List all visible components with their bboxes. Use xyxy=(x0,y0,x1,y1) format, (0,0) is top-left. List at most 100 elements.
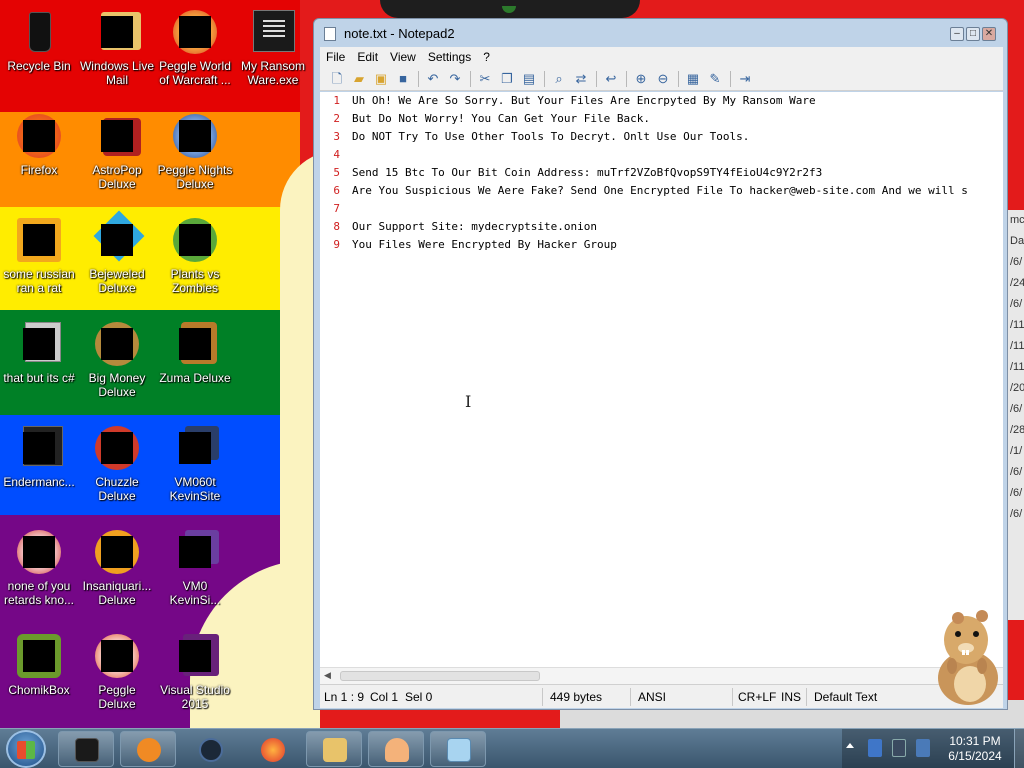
taskbar-button-steam[interactable] xyxy=(182,731,238,767)
taskbar-button-user-app[interactable] xyxy=(368,731,424,767)
desktop-icon-endermanch[interactable]: Endermanc... xyxy=(0,424,78,489)
app-icon xyxy=(15,528,63,576)
status-encoding[interactable]: ANSI xyxy=(638,690,666,704)
desktop-icon-my-ransomware[interactable]: My Ransom Ware.exe xyxy=(234,8,312,87)
line-number: 7 xyxy=(333,202,340,215)
desktop-icon-insaniquarium[interactable]: Insaniquari... Deluxe xyxy=(78,528,156,607)
text-line[interactable]: You Files Were Encrypted By Hacker Group xyxy=(352,236,617,254)
fish-icon xyxy=(93,528,141,576)
taskbar-button-firefox[interactable] xyxy=(244,731,300,767)
status-file-size: 449 bytes xyxy=(550,690,603,704)
desktop-icon-chomikbox[interactable]: ChomikBox xyxy=(0,632,78,697)
media-player-icon xyxy=(137,738,161,762)
desktop: mc Date /6/ /24 /6/ /11 /11 /11 /20 /6/ … xyxy=(0,0,1024,728)
text-line[interactable]: But Do Not Worry! You Can Get Your File … xyxy=(352,110,650,128)
line-number: 3 xyxy=(333,130,340,143)
taskbar-button-media-player[interactable] xyxy=(120,731,176,767)
desktop-icon-astropop[interactable]: AstroPop Deluxe xyxy=(78,112,156,191)
text-line[interactable]: Do NOT Try To Use Other Tools To Decryt.… xyxy=(352,128,749,146)
menu-help[interactable]: ? xyxy=(477,47,496,67)
status-line-ending[interactable]: CR+LF xyxy=(738,690,776,704)
redo-icon[interactable]: ↷ xyxy=(446,70,464,88)
desktop-icon-vm0[interactable]: VM0 KevinSi... xyxy=(156,528,234,607)
zoom-out-icon[interactable]: ⊖ xyxy=(654,70,672,88)
file-icon xyxy=(15,216,63,264)
wallpaper-top-shape xyxy=(380,0,640,18)
exit-icon[interactable]: ⇥ xyxy=(736,70,754,88)
desktop-icon-chuzzle[interactable]: Chuzzle Deluxe xyxy=(78,424,156,503)
save-icon[interactable]: ■ xyxy=(394,70,412,88)
show-desktop-button[interactable] xyxy=(1014,729,1024,768)
line-number: 6 xyxy=(333,184,340,197)
new-file-icon[interactable]: 🗋 xyxy=(328,70,346,88)
line-number: 5 xyxy=(333,166,340,179)
terminal-icon xyxy=(75,738,99,762)
word-wrap-icon[interactable]: ↩ xyxy=(602,70,620,88)
firefox-icon xyxy=(15,112,63,160)
gem-icon xyxy=(93,210,145,264)
replace-icon[interactable]: ⇄ xyxy=(572,70,590,88)
show-hidden-icons-icon[interactable] xyxy=(846,743,854,748)
desktop-icon-firefox[interactable]: Firefox xyxy=(0,112,78,177)
desktop-icon-russian-rat[interactable]: some russian ran a rat xyxy=(0,216,78,295)
text-line[interactable]: Uh Oh! We Are So Sorry. But Your Files A… xyxy=(352,92,816,110)
desktop-icon-peggle-deluxe[interactable]: Peggle Deluxe xyxy=(78,632,156,711)
zoom-in-icon[interactable]: ⊕ xyxy=(632,70,650,88)
desktop-icon-that-but-c-sharp[interactable]: that but its c# xyxy=(0,320,78,385)
undo-icon[interactable]: ↶ xyxy=(424,70,442,88)
find-icon[interactable]: ⌕ xyxy=(550,70,568,88)
line-number: 2 xyxy=(333,112,340,125)
desktop-icon-big-money[interactable]: Big Money Deluxe xyxy=(78,320,156,399)
desktop-icon-vm060t[interactable]: VM060t KevinSite xyxy=(156,424,234,503)
desktop-icon-none-of-you[interactable]: none of you retards kno... xyxy=(0,528,78,607)
tray-network-icon[interactable] xyxy=(892,739,906,757)
open-folder-icon[interactable]: ▰ xyxy=(350,70,368,88)
notepad-icon xyxy=(324,27,336,41)
game-icon xyxy=(171,112,219,160)
desktop-icon-windows-live-mail[interactable]: Windows Live Mail xyxy=(78,8,156,87)
text-editor[interactable]: 1 2 3 4 5 6 7 8 9 Uh Oh! We Are So Sorry… xyxy=(320,92,1003,684)
desktop-icon-bejeweled[interactable]: Bejeweled Deluxe xyxy=(78,210,156,295)
status-line-position: Ln 1 : 9 xyxy=(324,690,365,704)
taskbar-button-notepad2[interactable] xyxy=(430,731,486,767)
text-line[interactable]: Send 15 Btc To Our Bit Coin Address: muT… xyxy=(352,164,822,182)
status-scheme[interactable]: Default Text xyxy=(814,690,877,704)
desktop-icon-plants-vs-zombies[interactable]: Plants vs Zombies xyxy=(156,216,234,295)
menu-bar: File Edit View Settings? xyxy=(320,47,1003,67)
status-selection: Sel 0 xyxy=(405,690,433,704)
status-insert-mode: INS xyxy=(781,690,802,704)
customize-scheme-icon[interactable]: ✎ xyxy=(706,70,724,88)
close-button[interactable]: ✕ xyxy=(982,27,996,41)
scheme-icon[interactable]: ▦ xyxy=(684,70,702,88)
exe-icon xyxy=(249,8,297,56)
desktop-icon-visual-studio[interactable]: Visual Studio 2015 xyxy=(156,632,234,711)
text-line[interactable]: Our Support Site: mydecryptsite.onion xyxy=(352,218,597,236)
scrollbar-thumb[interactable] xyxy=(340,671,540,681)
horizontal-scrollbar[interactable]: ◀ xyxy=(320,667,1003,684)
menu-view[interactable]: View xyxy=(384,47,422,67)
menu-file[interactable]: File xyxy=(320,47,351,67)
browse-icon[interactable]: ▣ xyxy=(372,70,390,88)
status-column: Col 1 xyxy=(370,690,399,704)
notepad-window[interactable]: note.txt - Notepad2 – □ ✕ File Edit View Se… xyxy=(313,18,1008,710)
tray-volume-icon[interactable] xyxy=(916,739,930,757)
desktop-icon-peggle-nights[interactable]: Peggle Nights Deluxe xyxy=(156,112,234,191)
window-titlebar[interactable]: note.txt - Notepad2 – □ ✕ xyxy=(314,19,1007,47)
paste-icon[interactable]: ▤ xyxy=(520,70,538,88)
desktop-icon-recycle-bin[interactable]: Recycle Bin xyxy=(0,8,78,73)
taskbar-button-explorer[interactable] xyxy=(306,731,362,767)
minimize-button[interactable]: – xyxy=(950,27,964,41)
menu-edit[interactable]: Edit xyxy=(351,47,384,67)
tray-app-icon[interactable] xyxy=(868,739,882,757)
taskbar-button-terminal[interactable] xyxy=(58,731,114,767)
text-line[interactable]: Are You Suspicious We Aere Fake? Send On… xyxy=(352,182,968,200)
copy-icon[interactable]: ❐ xyxy=(498,70,516,88)
scroll-left-icon[interactable]: ◀ xyxy=(324,670,331,681)
system-clock[interactable]: 10:31 PM 6/15/2024 xyxy=(940,734,1010,764)
desktop-icon-zuma[interactable]: Zuma Deluxe xyxy=(156,320,234,385)
menu-settings[interactable]: Settings xyxy=(422,47,477,67)
cut-icon[interactable]: ✂ xyxy=(476,70,494,88)
maximize-button[interactable]: □ xyxy=(966,27,980,41)
start-button[interactable] xyxy=(6,730,46,768)
desktop-icon-peggle-wow[interactable]: Peggle World of Warcraft ... xyxy=(156,8,234,87)
